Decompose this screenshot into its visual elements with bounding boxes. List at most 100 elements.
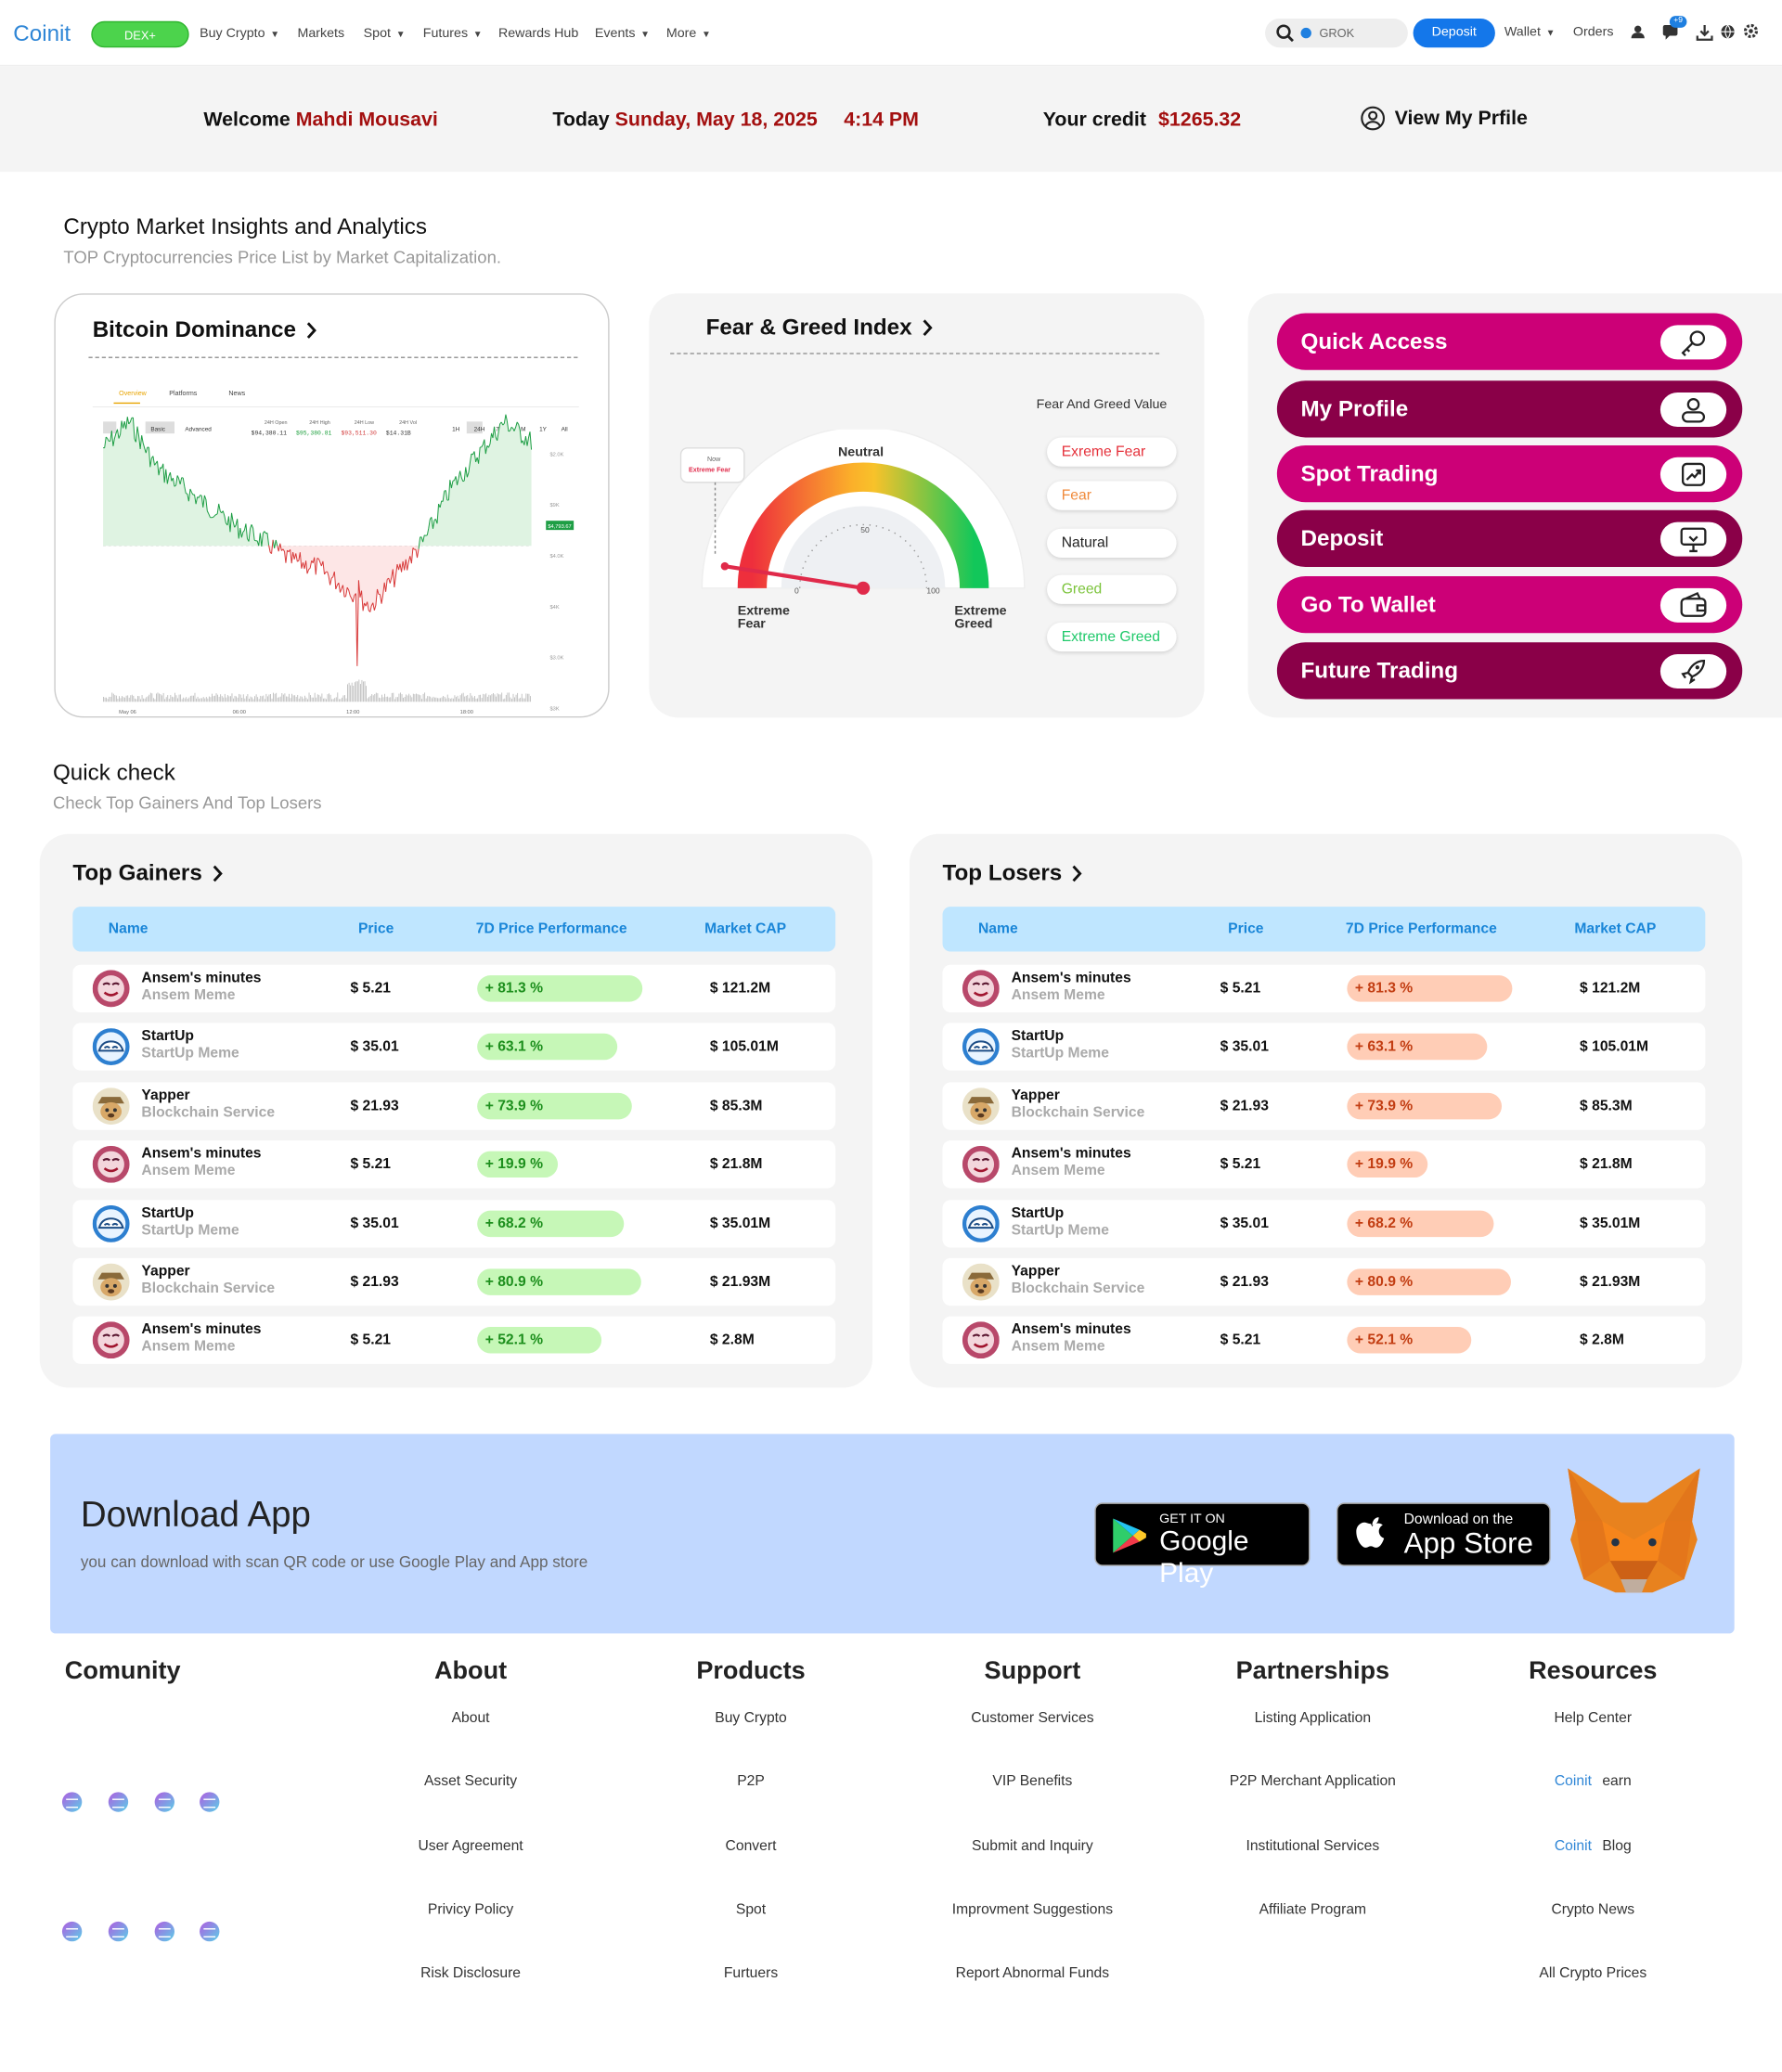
- quick-my-profile-button[interactable]: My Profile: [1276, 380, 1743, 438]
- table-row[interactable]: Ansem's minutes Ansem Meme $ 5.21 + 52.1 % $…: [72, 1317, 836, 1365]
- footer-link[interactable]: Improvment Suggestions: [952, 1901, 1113, 1917]
- nav-item-buy-crypto[interactable]: Buy Crypto ▼: [200, 26, 279, 41]
- nav-item-rewards-hub[interactable]: Rewards Hub: [498, 26, 578, 41]
- column-header[interactable]: 7D Price Performance: [1346, 921, 1497, 937]
- chart-tab[interactable]: Overview: [119, 390, 147, 397]
- quick-spot-trading-button[interactable]: Spot Trading: [1276, 444, 1743, 503]
- download-icon[interactable]: [1696, 24, 1713, 42]
- btc-chart[interactable]: Overview Platforms News Basic Advanced 24H Op…: [92, 382, 579, 715]
- google-play-button[interactable]: GET IT ON Google Play: [1094, 1502, 1311, 1589]
- column-header[interactable]: Market CAP: [1574, 921, 1656, 937]
- caret-down-icon: ▼: [472, 30, 483, 40]
- quick-quick-access-button[interactable]: Quick Access: [1276, 313, 1743, 370]
- footer-link[interactable]: Buy Crypto: [715, 1710, 787, 1726]
- app-store-button[interactable]: Download on the App Store: [1336, 1502, 1551, 1566]
- footer-link[interactable]: Coinit earn: [1555, 1774, 1632, 1790]
- footer-link[interactable]: Affiliate Program: [1259, 1901, 1367, 1917]
- community-social-icon[interactable]: [108, 1921, 128, 1942]
- footer-link[interactable]: Crypto News: [1551, 1901, 1634, 1917]
- footer-link[interactable]: Asset Security: [424, 1774, 517, 1790]
- community-social-icon[interactable]: [200, 1792, 220, 1812]
- footer-link[interactable]: Report Abnormal Funds: [956, 1965, 1109, 1981]
- community-social-icon[interactable]: [154, 1792, 174, 1812]
- range-button[interactable]: All: [562, 426, 568, 432]
- chart-tab[interactable]: Platforms: [169, 390, 197, 397]
- table-row[interactable]: Ansem's minutes Ansem Meme $ 5.21 + 19.9 % $…: [942, 1140, 1706, 1189]
- footer-link[interactable]: Coinit Blog: [1555, 1838, 1632, 1854]
- table-row[interactable]: Ansem's minutes Ansem Meme $ 5.21 + 52.1 % $…: [942, 1317, 1706, 1365]
- table-row[interactable]: StartUp StartUp Meme $ 35.01 + 68.2 % $ 35.0…: [942, 1199, 1706, 1247]
- community-social-icon[interactable]: [61, 1921, 83, 1942]
- footer-link[interactable]: Listing Application: [1255, 1710, 1371, 1726]
- fear-greed-title[interactable]: Fear & Greed Index: [706, 315, 934, 341]
- table-row[interactable]: StartUp StartUp Meme $ 35.01 + 63.1 % $ 105.…: [72, 1023, 836, 1072]
- table-row[interactable]: Ansem's minutes Ansem Meme $ 5.21 + 19.9 % $…: [72, 1140, 836, 1189]
- column-header[interactable]: 7D Price Performance: [476, 921, 627, 937]
- bitcoin-dominance-title[interactable]: Bitcoin Dominance: [93, 317, 317, 343]
- community-social-icon[interactable]: [61, 1792, 83, 1812]
- footer-link[interactable]: Furtuers: [724, 1965, 778, 1981]
- footer-link[interactable]: All Crypto Prices: [1539, 1965, 1646, 1981]
- column-header[interactable]: Name: [109, 921, 148, 937]
- footer-link[interactable]: Spot: [736, 1901, 766, 1917]
- footer-link[interactable]: Institutional Services: [1246, 1838, 1379, 1854]
- footer-link[interactable]: P2P Merchant Application: [1230, 1774, 1396, 1790]
- nav-item-events[interactable]: Events ▼: [595, 26, 650, 41]
- nav-orders[interactable]: Orders: [1573, 25, 1614, 40]
- footer-link[interactable]: Privicy Policy: [428, 1901, 513, 1917]
- nav-item-futures[interactable]: Futures ▼: [423, 26, 483, 41]
- user-icon[interactable]: [1630, 24, 1646, 40]
- coin-avatar-icon: [92, 1321, 130, 1359]
- footer-link[interactable]: User Agreement: [418, 1838, 523, 1854]
- range-button[interactable]: 1Y: [539, 426, 548, 432]
- dex-button[interactable]: DEX+: [91, 20, 189, 48]
- footer-link[interactable]: About: [452, 1710, 490, 1726]
- nav-item-spot[interactable]: Spot ▼: [364, 26, 406, 41]
- table-row[interactable]: Yapper Blockchain Service $ 21.93 + 73.9 % $…: [942, 1082, 1706, 1130]
- footer-link[interactable]: Convert: [726, 1838, 777, 1854]
- range-button[interactable]: 24H: [474, 426, 485, 432]
- table-row[interactable]: Yapper Blockchain Service $ 21.93 + 80.9 % $…: [72, 1257, 836, 1306]
- top-losers-title[interactable]: Top Losers: [943, 860, 1084, 886]
- view-profile-link[interactable]: View My Prfile: [1361, 106, 1528, 131]
- table-row[interactable]: Yapper Blockchain Service $ 21.93 + 73.9 % $…: [72, 1082, 836, 1130]
- top-gainers-title[interactable]: Top Gainers: [72, 860, 223, 886]
- table-row[interactable]: Ansem's minutes Ansem Meme $ 5.21 + 81.3 % $…: [72, 964, 836, 1013]
- quick-go-to-wallet-button[interactable]: Go To Wallet: [1276, 575, 1743, 634]
- settings-icon[interactable]: [1742, 22, 1760, 40]
- quick-deposit-button[interactable]: Deposit: [1276, 509, 1743, 568]
- table-row[interactable]: Yapper Blockchain Service $ 21.93 + 80.9 % $…: [942, 1257, 1706, 1306]
- community-social-icon[interactable]: [200, 1921, 220, 1942]
- column-header[interactable]: Market CAP: [704, 921, 786, 937]
- caret-down-icon: ▼: [270, 30, 280, 40]
- nav-deposit-button[interactable]: Deposit: [1413, 18, 1495, 48]
- footer-link[interactable]: P2P: [737, 1774, 765, 1790]
- column-header[interactable]: Name: [978, 921, 1018, 937]
- logo[interactable]: Coinit: [13, 21, 71, 47]
- nav-wallet[interactable]: Wallet ▼: [1504, 25, 1556, 40]
- nav-item-more[interactable]: More ▼: [666, 26, 711, 41]
- column-header[interactable]: Price: [1228, 921, 1263, 937]
- footer-link-label: Improvment Suggestions: [951, 1901, 1114, 1918]
- chart-tool-button[interactable]: [103, 421, 117, 434]
- nav-item-markets[interactable]: Markets: [297, 26, 344, 41]
- globe-icon[interactable]: [1720, 24, 1736, 40]
- chart-tab[interactable]: News: [228, 390, 245, 397]
- community-social-icon[interactable]: [108, 1792, 128, 1812]
- coin-name: Ansem's minutes Ansem Meme: [1012, 1322, 1131, 1357]
- range-button[interactable]: 1H: [452, 426, 460, 432]
- footer-link[interactable]: Submit and Inquiry: [972, 1838, 1093, 1854]
- today-label: Today: [552, 108, 610, 132]
- quick-future-trading-button[interactable]: Future Trading: [1276, 642, 1743, 700]
- search-box[interactable]: GROK: [1265, 18, 1408, 48]
- table-row[interactable]: StartUp StartUp Meme $ 35.01 + 68.2 % $ 35.0…: [72, 1199, 836, 1247]
- column-header[interactable]: Price: [358, 921, 394, 937]
- table-row[interactable]: StartUp StartUp Meme $ 35.01 + 63.1 % $ 105.…: [942, 1023, 1706, 1072]
- community-social-icon[interactable]: [154, 1921, 174, 1942]
- footer-link[interactable]: Help Center: [1554, 1710, 1632, 1726]
- fear-greed-level: Greed: [1047, 574, 1177, 604]
- footer-link[interactable]: Customer Services: [971, 1710, 1093, 1726]
- footer-link[interactable]: VIP Benefits: [992, 1774, 1072, 1790]
- footer-link[interactable]: Risk Disclosure: [420, 1965, 521, 1981]
- table-row[interactable]: Ansem's minutes Ansem Meme $ 5.21 + 81.3 % $…: [942, 964, 1706, 1013]
